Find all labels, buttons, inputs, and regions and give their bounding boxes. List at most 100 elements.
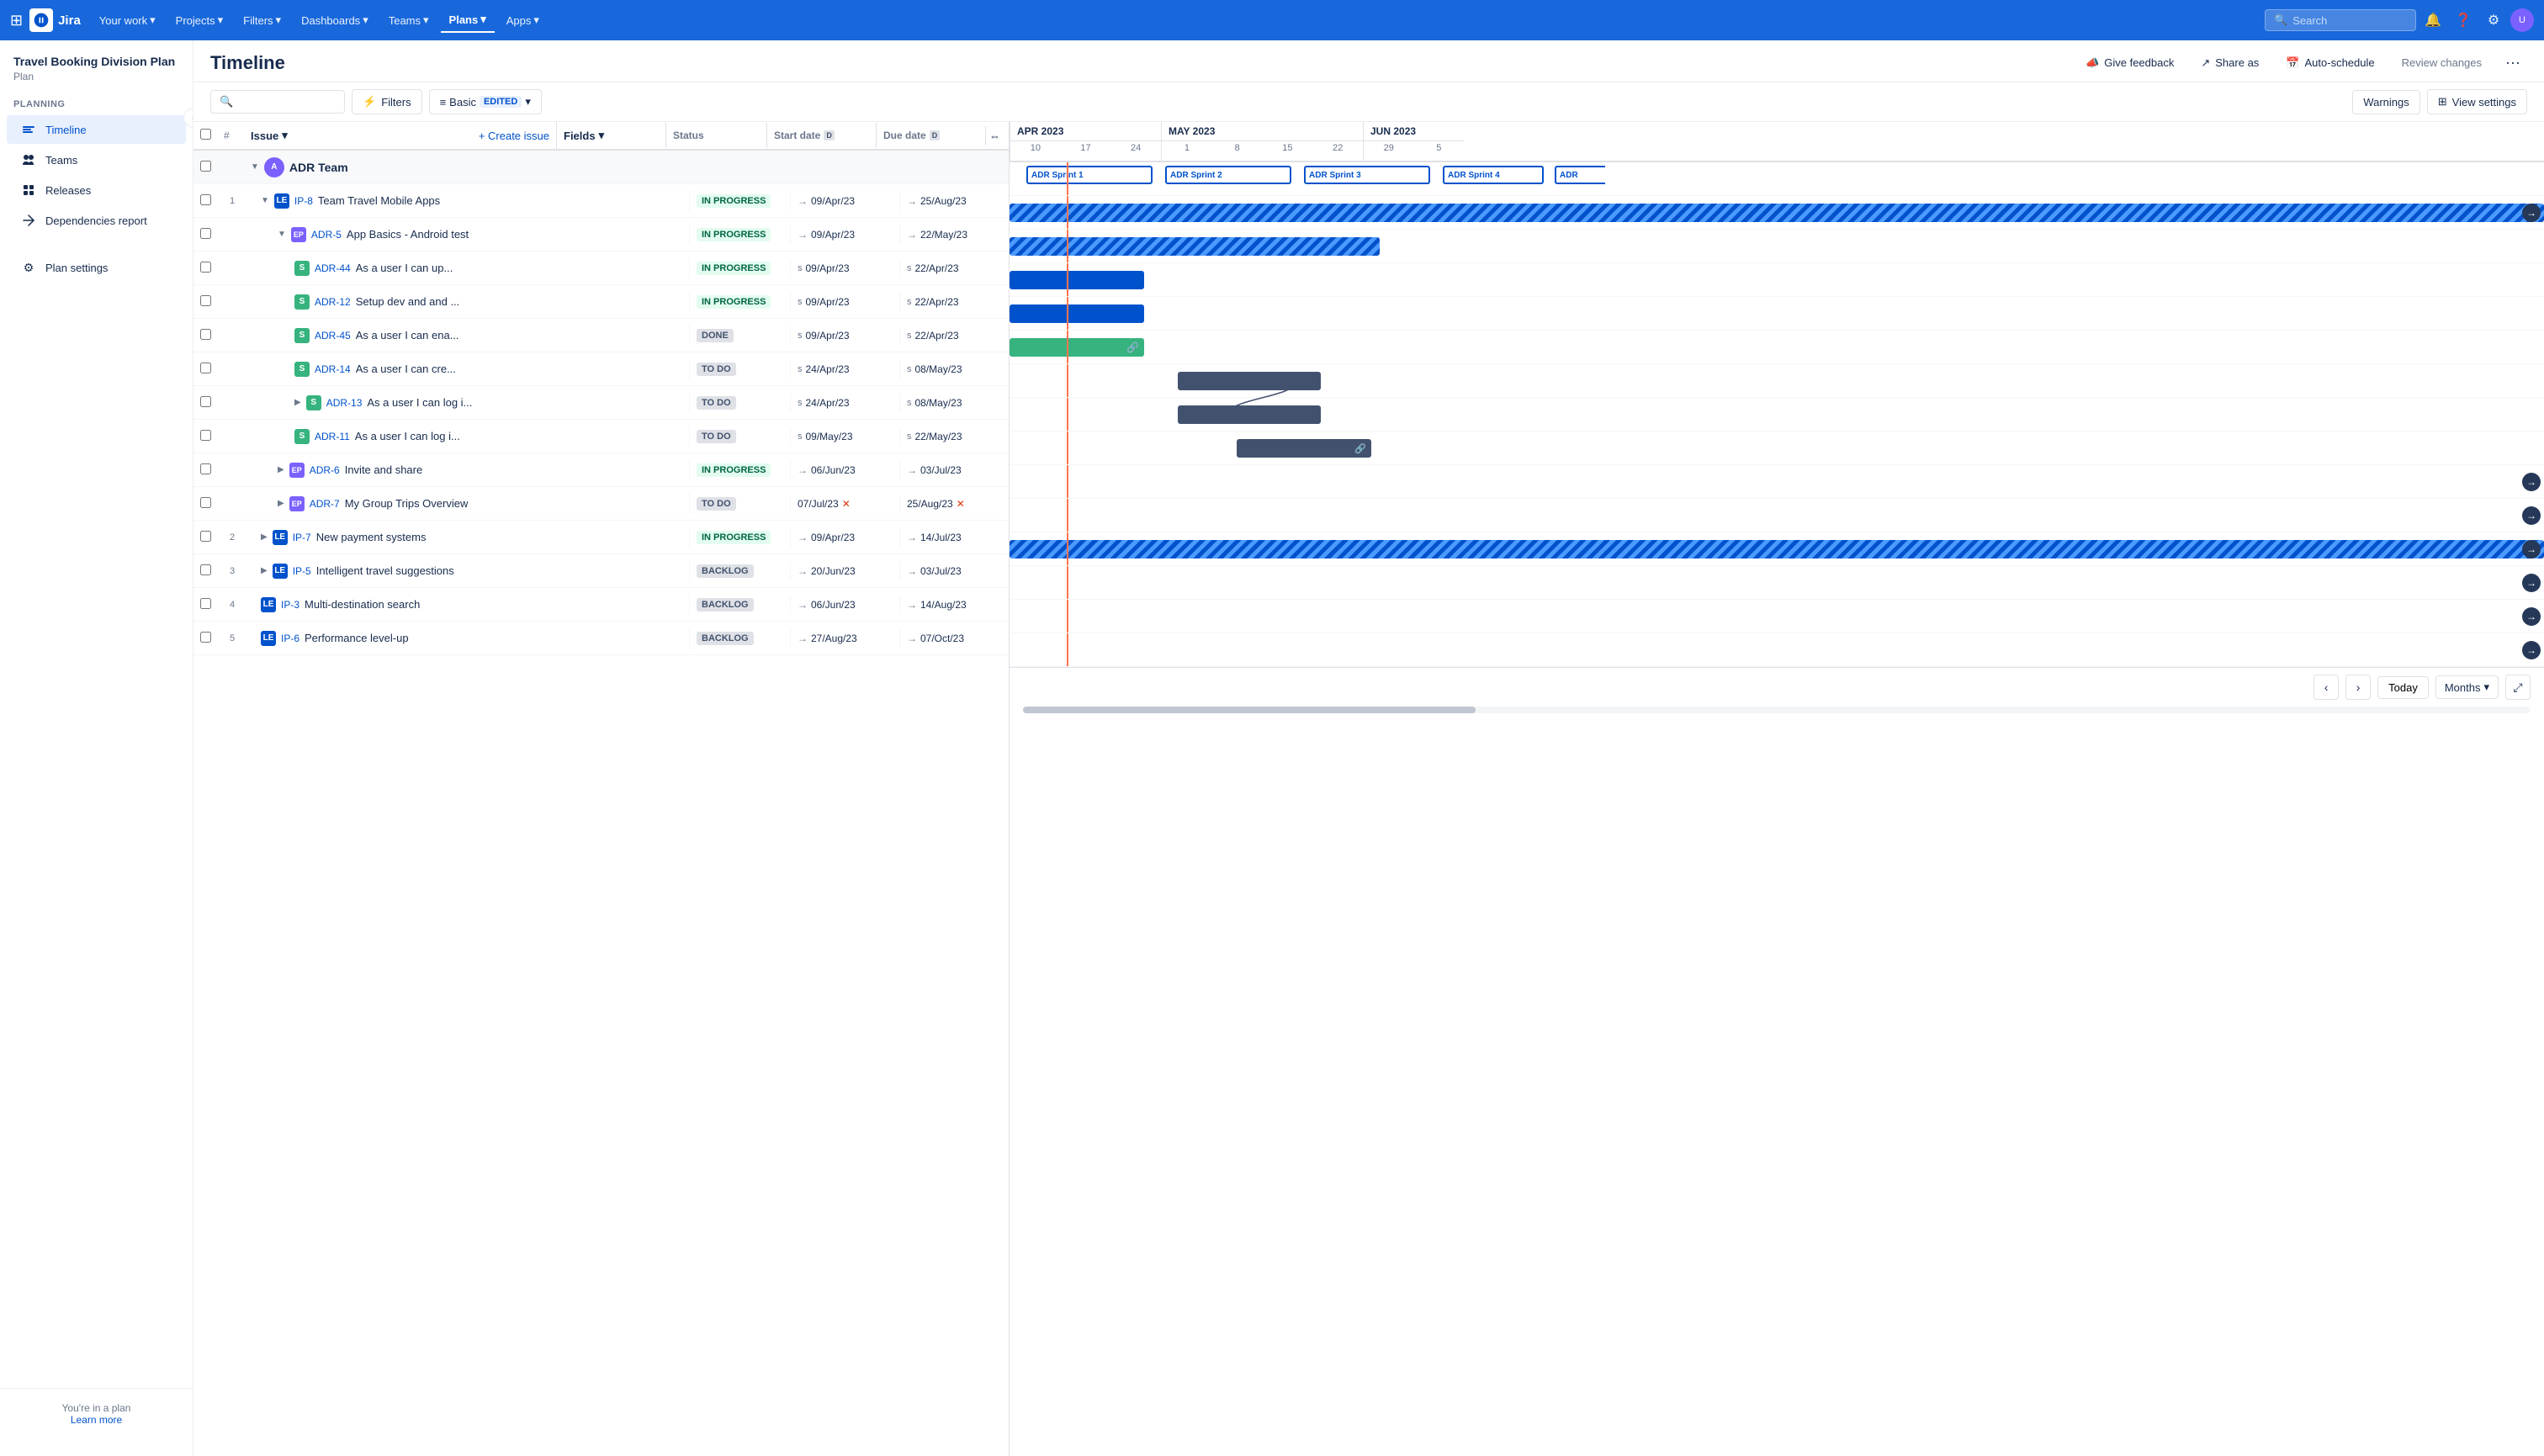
fields-column-header[interactable]: Fields ▾	[556, 122, 665, 149]
auto-schedule-button[interactable]: 📅 Auto-schedule	[2276, 51, 2384, 75]
settings-icon[interactable]: ⚙	[2480, 7, 2507, 34]
fullscreen-button[interactable]: ⤢	[2505, 675, 2531, 700]
right-arrow-icon: →	[2522, 506, 2541, 525]
sidebar-item-plan-settings[interactable]: ⚙ Plan settings	[7, 253, 186, 282]
select-all-checkbox[interactable]	[193, 122, 220, 149]
warnings-button[interactable]: Warnings	[2352, 90, 2419, 114]
sidebar-item-timeline[interactable]: Timeline	[7, 115, 186, 144]
status-badge: DONE	[697, 329, 734, 342]
issue-title: Setup dev and and ...	[356, 295, 460, 308]
view-settings-button[interactable]: ⊞ View settings	[2427, 89, 2527, 114]
issue-key[interactable]: ADR-5	[311, 229, 342, 241]
grid-icon[interactable]: ⊞	[10, 12, 23, 29]
story-icon: S	[294, 328, 310, 343]
today-line	[1067, 297, 1068, 330]
issue-key[interactable]: ADR-14	[315, 363, 351, 375]
sprint-label: ADR	[1556, 171, 1582, 180]
right-arrow-icon: →	[2522, 473, 2541, 491]
today-button[interactable]: Today	[2377, 676, 2429, 699]
issue-key[interactable]: ADR-44	[315, 262, 351, 274]
expand-icon[interactable]: ▶	[278, 465, 284, 474]
sprint-bar-3: ADR Sprint 3	[1304, 166, 1430, 184]
nav-apps[interactable]: Apps▾	[498, 8, 548, 32]
nav-teams[interactable]: Teams▾	[380, 8, 437, 32]
share-as-button[interactable]: ↗ Share as	[2191, 51, 2269, 75]
expand-icon[interactable]: ▶	[278, 499, 284, 508]
issue-key[interactable]: IP-3	[281, 599, 299, 611]
more-options-button[interactable]: ···	[2499, 50, 2527, 75]
filters-button[interactable]: ⚡ Filters	[352, 89, 422, 114]
gantt-bar[interactable]	[1010, 237, 1380, 256]
prev-button[interactable]: ‹	[2313, 675, 2339, 700]
gantt-bar[interactable]	[1178, 405, 1321, 424]
issue-key[interactable]: ADR-12	[315, 296, 351, 308]
scrollbar-thumb[interactable]	[1023, 707, 1476, 713]
sidebar-item-dependencies[interactable]: Dependencies report	[7, 206, 186, 235]
today-line	[1067, 364, 1068, 397]
month-may: MAY 2023 1 8 15 22	[1161, 122, 1363, 161]
months-dropdown[interactable]: Months ▾	[2435, 675, 2499, 699]
week-label: 10	[1010, 141, 1061, 155]
month-apr: APR 2023 10 17 24	[1010, 122, 1161, 161]
expand-icon[interactable]: ▶	[294, 398, 301, 407]
review-changes-button[interactable]: Review changes	[2392, 51, 2492, 74]
gantt-bar[interactable]	[1010, 204, 2544, 222]
horizontal-scrollbar[interactable]	[1023, 707, 2531, 713]
nav-your-work[interactable]: Your work▾	[91, 8, 164, 32]
start-date-column-header[interactable]: Start date D	[766, 123, 876, 148]
learn-more-link[interactable]: Learn more	[13, 1414, 179, 1426]
create-issue-button[interactable]: + Create issue	[472, 123, 556, 149]
nav-dashboards[interactable]: Dashboards▾	[293, 8, 377, 32]
give-feedback-button[interactable]: 📣 Give feedback	[2075, 51, 2184, 75]
issue-key[interactable]: IP-7	[293, 532, 311, 543]
chart-row-ip5: →	[1010, 566, 2544, 600]
chart-row-ip7: →	[1010, 532, 2544, 566]
help-icon[interactable]: ❓	[2450, 7, 2477, 34]
auto-schedule-icon: 📅	[2286, 56, 2299, 70]
gantt-bar[interactable]	[1010, 271, 1144, 289]
issue-key[interactable]: ADR-45	[315, 330, 351, 341]
issue-key[interactable]: IP-6	[281, 633, 299, 644]
expand-icon[interactable]: ⇔	[985, 126, 1009, 146]
expand-icon[interactable]: ▶	[261, 566, 268, 575]
issue-column-header[interactable]: Issue ▾	[244, 122, 472, 149]
jira-logo[interactable]: Jira	[29, 8, 81, 32]
gantt-bar[interactable]	[1178, 372, 1321, 390]
status-badge: TO DO	[697, 430, 736, 443]
status-column-header: Status	[665, 123, 766, 148]
issue-title: Team Travel Mobile Apps	[318, 194, 440, 207]
issue-key[interactable]: IP-5	[293, 565, 311, 577]
sidebar-item-releases[interactable]: Releases	[7, 176, 186, 204]
nav-plans[interactable]: Plans▾	[441, 8, 495, 33]
due-date-column-header[interactable]: Due date D	[876, 123, 985, 148]
sidebar-item-teams[interactable]: Teams	[7, 146, 186, 174]
issue-title: As a user I can log i...	[355, 430, 460, 442]
table-row: S ADR-14 As a user I can cre... TO DO s2…	[193, 352, 1009, 386]
gantt-bar[interactable]: 🔗	[1010, 338, 1144, 357]
gantt-bar[interactable]: 🔗	[1237, 439, 1371, 458]
right-arrow-icon: →	[2522, 574, 2541, 592]
le-icon: LE	[273, 530, 288, 545]
issue-key[interactable]: ADR-7	[310, 498, 340, 510]
next-button[interactable]: ›	[2345, 675, 2371, 700]
avatar[interactable]: U	[2510, 8, 2534, 32]
expand-icon[interactable]: ▶	[261, 532, 268, 542]
today-line	[1067, 230, 1068, 262]
issue-key[interactable]: ADR-6	[310, 464, 340, 476]
basic-filter-button[interactable]: ≡ Basic EDITED ▾	[429, 89, 542, 114]
search-box[interactable]: 🔍 Search	[2265, 9, 2416, 31]
notifications-icon[interactable]: 🔔	[2419, 7, 2446, 34]
gantt-bar[interactable]	[1010, 540, 2544, 559]
nav-filters[interactable]: Filters▾	[235, 8, 289, 32]
search-input[interactable]	[238, 96, 336, 109]
expand-icon[interactable]: ▼	[278, 230, 286, 239]
expand-group-icon[interactable]: ▼	[251, 162, 259, 172]
nav-projects[interactable]: Projects▾	[167, 8, 232, 32]
today-line	[1067, 600, 1068, 633]
gantt-bar[interactable]	[1010, 304, 1144, 323]
issue-key[interactable]: ADR-13	[326, 397, 363, 409]
issue-key[interactable]: ADR-11	[315, 431, 350, 442]
search-box-filter[interactable]: 🔍	[210, 90, 345, 114]
expand-icon[interactable]: ▼	[261, 196, 269, 205]
issue-key[interactable]: IP-8	[294, 195, 313, 207]
